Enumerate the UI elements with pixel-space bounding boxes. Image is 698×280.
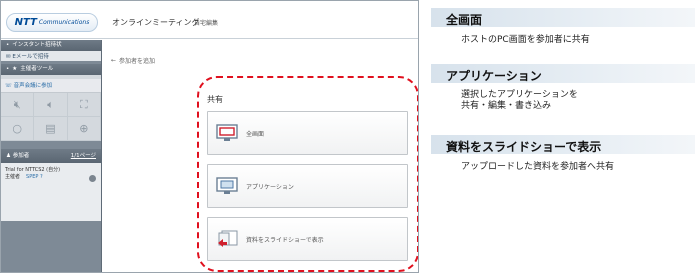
sidebar: • インスタント招待状 ✉ Eメールで招待 • ★ 主催者ツール ☏ 音声会議に…	[1, 40, 102, 272]
app-title: オンラインミーティング	[112, 18, 200, 27]
participants-page-link[interactable]: 1/1ページ	[71, 149, 96, 163]
application-title: アプリケーション	[446, 69, 542, 83]
app-root: NTT Communications オンラインミーティング 自宅編集 • イン…	[0, 0, 698, 280]
chat-icon[interactable]: ○	[1, 117, 35, 141]
host-tool-grid: 🔇︎ 🔈︎ ⛶ ○ ▤ ⊕	[1, 93, 101, 141]
collapse-icon: •	[6, 66, 10, 72]
fullscreen-title: 全画面	[446, 13, 483, 27]
star-icon: ★	[12, 66, 18, 72]
breadcrumb[interactable]: ← 参加者を追加	[111, 56, 155, 65]
email-icon: ✉	[6, 54, 11, 60]
join-audio-link[interactable]: ☏ 音声会議に参加	[1, 79, 101, 93]
instant-invite-header[interactable]: • インスタント招待状	[1, 40, 101, 51]
slideshow-desc: アップロードした資料を参加者へ共有	[461, 162, 615, 172]
participant-list: Trial for NTTCS2 (自分) 主催者 SPEP ?	[1, 163, 101, 221]
collapse-icon: •	[6, 42, 10, 48]
top-bar: NTT Communications オンラインミーティング 自宅編集	[1, 1, 418, 39]
participant-tag: SPEP ?	[26, 174, 43, 180]
host-tools-header[interactable]: • ★ 主催者ツール	[1, 64, 101, 75]
participant-role: 主催者 SPEP ?	[5, 174, 43, 180]
application-desc-line2: 共有・編集・書き込み	[461, 101, 552, 111]
phone-icon: ☏	[5, 83, 12, 89]
mic-icon[interactable]	[89, 175, 96, 182]
email-invite-link[interactable]: ✉ Eメールで招待	[1, 51, 101, 61]
back-arrow-icon: ←	[111, 57, 117, 64]
mute-all-icon[interactable]: 🔇︎	[1, 93, 35, 117]
slideshow-title: 資料をスライドショーで表示	[446, 140, 602, 154]
highlight-dashed-outline	[197, 76, 418, 272]
user-name: 自宅編集	[194, 20, 219, 27]
fullscreen-icon[interactable]: ⛶	[67, 93, 101, 117]
document-icon[interactable]: ▤	[34, 117, 68, 141]
ntt-logo: NTT Communications	[6, 13, 98, 32]
participants-header: ♟ 参加者 1/1ページ	[1, 149, 101, 163]
app-window: NTT Communications オンラインミーティング 自宅編集 • イン…	[0, 0, 419, 273]
participant-name: Trial for NTTCS2 (自分)	[5, 167, 61, 173]
logo-text: NTT	[14, 17, 37, 28]
logo-sub: Communications	[38, 19, 90, 26]
volume-icon[interactable]: 🔈︎	[34, 93, 68, 117]
add-icon[interactable]: ⊕	[67, 117, 101, 141]
participants-icon: ♟	[6, 153, 11, 159]
fullscreen-desc: ホストのPC画面を参加者に共有	[461, 35, 590, 45]
application-desc-line1: 選択したアプリケーションを	[461, 90, 578, 100]
